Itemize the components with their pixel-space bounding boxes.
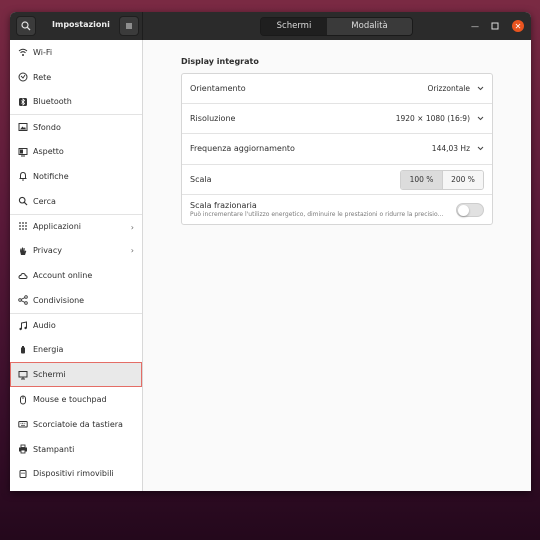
- scale-100-button[interactable]: 100 %: [401, 170, 442, 189]
- sidebar: Wi-Fi Rete Bluetooth Sfondo Aspetto Noti…: [10, 40, 143, 491]
- sidebar-item-label: Stampanti: [33, 444, 75, 454]
- share-icon: [17, 295, 28, 306]
- usb-icon: [17, 468, 28, 479]
- sidebar-item-energia[interactable]: Energia: [10, 338, 142, 363]
- fractional-scaling-toggle[interactable]: [456, 202, 484, 217]
- sidebar-item-bluetooth[interactable]: Bluetooth: [10, 90, 142, 115]
- chevron-right-icon: ›: [130, 246, 134, 256]
- sidebar-item-label: Energia: [33, 345, 64, 355]
- sidebar-item-scorciatoie[interactable]: Scorciatoie da tastiera: [10, 412, 142, 437]
- power-icon: [17, 344, 28, 355]
- sidebar-item-cerca[interactable]: Cerca: [10, 189, 142, 214]
- sidebar-item-wifi[interactable]: Wi-Fi: [10, 40, 142, 65]
- sidebar-item-rete[interactable]: Rete: [10, 65, 142, 90]
- sidebar-item-label: Privacy: [33, 246, 62, 256]
- orientation-label: Orientamento: [190, 84, 246, 93]
- mouse-icon: [17, 394, 28, 405]
- music-note-icon: [17, 320, 28, 331]
- minimize-button[interactable]: —: [469, 20, 481, 32]
- resolution-label: Risoluzione: [190, 114, 236, 124]
- maximize-icon: [491, 22, 499, 30]
- view-switcher: Schermi Modalità notturna: [260, 17, 413, 36]
- scale-row: Scala 100 % 200 %: [182, 165, 492, 195]
- sidebar-item-privacy[interactable]: Privacy ›: [10, 238, 142, 263]
- close-icon: ✕: [514, 21, 522, 31]
- sidebar-item-label: Notifiche: [33, 171, 69, 181]
- sidebar-item-sfondo[interactable]: Sfondo: [10, 114, 142, 139]
- orientation-row[interactable]: Orientamento Orizzontale: [182, 74, 492, 105]
- header-bar: Impostazioni Schermi Modalità notturna —…: [10, 12, 531, 40]
- sidebar-item-aspetto[interactable]: Aspetto: [10, 139, 142, 164]
- resolution-row[interactable]: Risoluzione 1920 × 1080 (16:9): [182, 104, 492, 135]
- scale-200-button[interactable]: 200 %: [442, 170, 483, 189]
- sidebar-item-applicazioni[interactable]: Applicazioni ›: [10, 213, 142, 239]
- keyboard-icon: [17, 419, 28, 430]
- sidebar-item-condivisione[interactable]: Condivisione: [10, 288, 142, 313]
- menu-button[interactable]: [119, 16, 139, 36]
- hamburger-icon: [126, 23, 132, 29]
- refresh-rate-row[interactable]: Frequenza aggiornamento 144,03 Hz: [182, 134, 492, 165]
- settings-window: Impostazioni Schermi Modalità notturna —…: [10, 12, 531, 491]
- display-settings-panel: Orientamento Orizzontale Risoluzione 192…: [181, 73, 493, 225]
- sidebar-item-label: Scorciatoie da tastiera: [33, 419, 123, 429]
- search-button[interactable]: [16, 16, 36, 36]
- sidebar-item-dispositivi-rimovibili[interactable]: Dispositivi rimovibili: [10, 462, 142, 487]
- hand-icon: [17, 245, 28, 256]
- fractional-scaling-description: Può incrementare l'utilizzo energetico, …: [190, 210, 444, 218]
- tab-schermi[interactable]: Schermi: [261, 18, 327, 35]
- cloud-icon: [17, 270, 28, 281]
- search-icon: [21, 21, 31, 31]
- sidebar-item-audio[interactable]: Audio: [10, 312, 142, 338]
- resolution-value: 1920 × 1080 (16:9): [395, 114, 470, 124]
- refresh-rate-label: Frequenza aggiornamento: [190, 144, 295, 154]
- sidebar-item-label: Applicazioni: [33, 221, 81, 231]
- sidebar-item-label: Schermi: [33, 370, 66, 380]
- display-icon: [17, 369, 28, 380]
- toggle-knob: [458, 204, 469, 216]
- orientation-value: Orizzontale: [427, 84, 470, 93]
- scale-label: Scala: [190, 174, 212, 184]
- fractional-scaling-label: Scala frazionaria: [190, 200, 257, 210]
- search-icon: [17, 196, 28, 207]
- sidebar-item-label: Condivisione: [33, 295, 85, 305]
- display-settings-content: Display integrato Orientamento Orizzonta…: [144, 40, 531, 491]
- sidebar-item-label: Mouse e touchpad: [33, 395, 107, 405]
- scale-selector: 100 % 200 %: [400, 169, 484, 190]
- sidebar-item-label: Dispositivi rimovibili: [33, 469, 114, 479]
- tab-modalita-notturna[interactable]: Modalità notturna: [327, 18, 412, 35]
- appearance-icon: [17, 146, 28, 157]
- sidebar-item-label: Cerca: [33, 196, 56, 206]
- sidebar-item-notifiche[interactable]: Notifiche: [10, 164, 142, 189]
- fractional-scaling-row: Scala frazionaria Può incrementare l'uti…: [182, 195, 492, 225]
- chevron-right-icon: ›: [130, 222, 134, 232]
- sidebar-item-account-online[interactable]: Account online: [10, 263, 142, 288]
- bell-icon: [17, 171, 28, 182]
- apps-grid-icon: [17, 221, 28, 232]
- network-icon: [17, 72, 28, 83]
- header-left: Impostazioni: [10, 12, 143, 40]
- sidebar-item-label: Bluetooth: [33, 97, 72, 107]
- sidebar-item-label: Wi-Fi: [33, 47, 53, 57]
- section-title: Display integrato: [181, 57, 259, 66]
- background-icon: [17, 122, 28, 133]
- sidebar-item-stampanti[interactable]: Stampanti: [10, 437, 142, 462]
- wifi-icon: [17, 47, 28, 58]
- sidebar-item-label: Audio: [33, 321, 56, 331]
- sidebar-item-label: Account online: [33, 271, 93, 281]
- sidebar-item-mouse[interactable]: Mouse e touchpad: [10, 387, 142, 412]
- maximize-button[interactable]: [489, 20, 501, 32]
- printer-icon: [17, 444, 28, 455]
- minimize-icon: —: [471, 21, 479, 31]
- refresh-rate-value: 144,03 Hz: [431, 144, 470, 154]
- chevron-down-icon: [477, 144, 484, 153]
- sidebar-item-label: Aspetto: [33, 147, 64, 157]
- sidebar-item-schermi[interactable]: Schermi: [10, 362, 142, 388]
- window-title: Impostazioni: [52, 20, 110, 29]
- sidebar-item-label: Rete: [33, 72, 52, 82]
- bluetooth-icon: [17, 96, 28, 107]
- chevron-down-icon: [477, 84, 484, 93]
- close-button[interactable]: ✕: [512, 20, 524, 32]
- sidebar-item-label: Sfondo: [33, 122, 61, 132]
- chevron-down-icon: [477, 114, 484, 123]
